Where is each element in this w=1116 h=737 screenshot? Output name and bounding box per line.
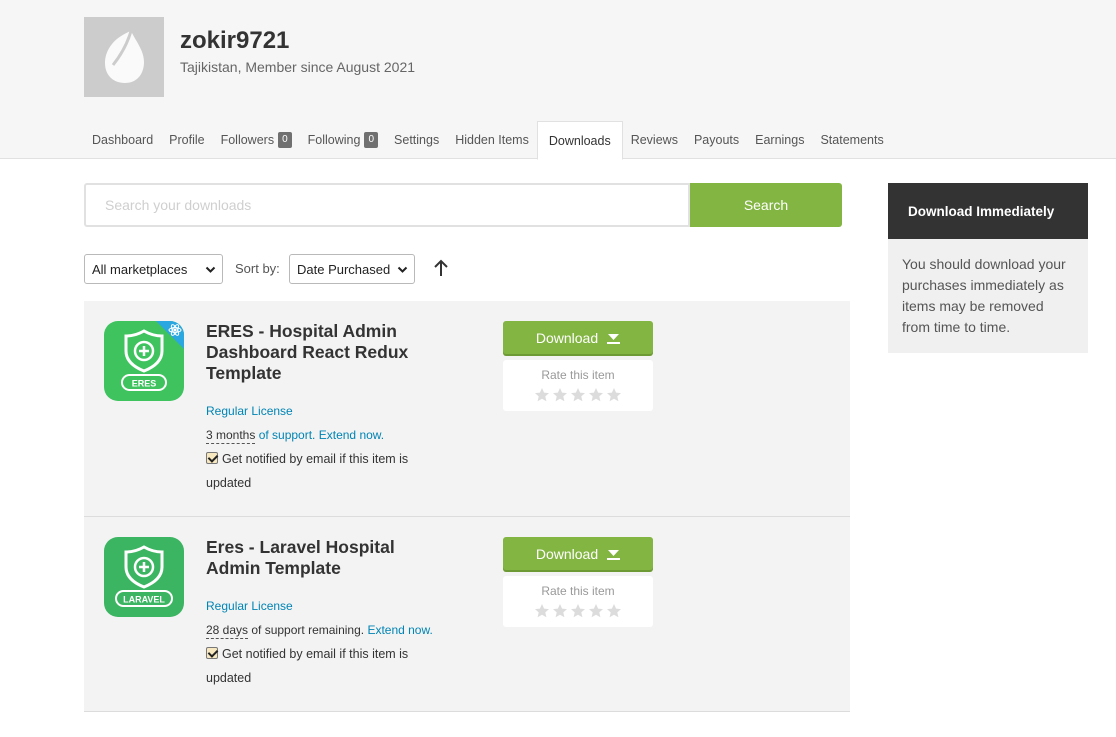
tab-profile[interactable]: Profile bbox=[161, 121, 212, 159]
download-arrow-icon bbox=[607, 549, 621, 560]
sidebar-title: Download Immediately bbox=[888, 183, 1088, 239]
support-info: 28 days of support remaining. Extend now… bbox=[206, 623, 433, 639]
arrow-up-icon[interactable] bbox=[432, 258, 450, 278]
tab-label: Payouts bbox=[693, 133, 740, 147]
download-item: ERES ERES - Hospital Admin Dashboard Rea… bbox=[84, 301, 850, 517]
star-rating bbox=[503, 603, 653, 619]
notify-checkbox[interactable] bbox=[206, 647, 218, 659]
support-text[interactable]: of support. bbox=[255, 428, 316, 442]
star-icon[interactable] bbox=[570, 603, 586, 619]
tab-label: Downloads bbox=[548, 133, 611, 148]
support-text: of support remaining. bbox=[248, 623, 365, 637]
star-icon[interactable] bbox=[570, 387, 586, 403]
notify-checkbox[interactable] bbox=[206, 452, 218, 464]
tab-payouts[interactable]: Payouts bbox=[686, 121, 747, 159]
sidebar-body: You should download your purchases immed… bbox=[888, 239, 1088, 353]
marketplace-select-value: All marketplaces bbox=[92, 261, 188, 277]
star-icon[interactable] bbox=[588, 387, 604, 403]
extend-link[interactable]: Extend now. bbox=[319, 428, 384, 442]
tab-downloads[interactable]: Downloads bbox=[536, 121, 623, 160]
tab-hidden-items[interactable]: Hidden Items bbox=[447, 121, 537, 159]
star-icon[interactable] bbox=[552, 603, 568, 619]
star-icon[interactable] bbox=[606, 603, 622, 619]
item-thumbnail[interactable]: ERES bbox=[104, 321, 184, 401]
item-title[interactable]: ERES - Hospital Admin Dashboard React Re… bbox=[206, 321, 436, 384]
star-icon[interactable] bbox=[534, 387, 550, 403]
thumb-label: ERES bbox=[132, 379, 157, 389]
rating-box: Rate this item bbox=[503, 576, 653, 627]
avatar[interactable] bbox=[84, 17, 164, 97]
followers-count-badge: 0 bbox=[278, 132, 292, 148]
support-info: 3 months of support. Extend now. bbox=[206, 428, 384, 444]
shield-plus-icon: ERES bbox=[104, 321, 184, 401]
rate-label: Rate this item bbox=[541, 584, 615, 598]
download-label: Download bbox=[535, 545, 599, 562]
tab-followers[interactable]: Followers 0 bbox=[213, 121, 300, 159]
profile-header: zokir9721 Tajikistan, Member since Augus… bbox=[0, 0, 1116, 160]
tab-label: Settings bbox=[394, 133, 440, 147]
tab-label: Earnings bbox=[755, 133, 805, 147]
following-count-badge: 0 bbox=[364, 132, 379, 148]
chevron-down-icon bbox=[205, 266, 216, 273]
sort-select-value: Date Purchased bbox=[297, 261, 391, 277]
tab-label: Followers bbox=[220, 133, 275, 147]
envato-leaf-icon bbox=[105, 30, 144, 83]
license-link[interactable]: Regular License bbox=[206, 599, 293, 613]
thumb-label: LARAVEL bbox=[123, 595, 165, 605]
notify-option: Get notified by email if this item is up… bbox=[206, 447, 436, 495]
download-button[interactable]: Download bbox=[503, 537, 653, 570]
search-button[interactable]: Search bbox=[690, 183, 842, 227]
search-input[interactable] bbox=[84, 183, 690, 227]
chevron-down-icon bbox=[397, 266, 408, 273]
tab-following[interactable]: Following 0 bbox=[300, 121, 386, 159]
support-duration: 28 days bbox=[206, 623, 249, 639]
item-title[interactable]: Eres - Laravel Hospital Admin Template bbox=[206, 537, 436, 579]
star-icon[interactable] bbox=[552, 387, 568, 403]
rate-label: Rate this item bbox=[541, 368, 615, 382]
notify-label: Get notified by email if this item is up… bbox=[206, 647, 409, 685]
extend-link[interactable]: Extend now. bbox=[367, 623, 432, 637]
tab-dashboard[interactable]: Dashboard bbox=[84, 121, 161, 159]
tab-label: Reviews bbox=[630, 133, 678, 147]
support-duration: 3 months bbox=[206, 428, 256, 444]
tab-label: Profile bbox=[169, 133, 205, 147]
profile-tabs: Dashboard Profile Followers 0 Following 0 … bbox=[84, 121, 892, 160]
notify-option: Get notified by email if this item is up… bbox=[206, 642, 436, 690]
tab-statements[interactable]: Statements bbox=[812, 121, 891, 159]
tab-reviews[interactable]: Reviews bbox=[623, 121, 686, 159]
rating-box: Rate this item bbox=[503, 360, 653, 411]
marketplace-select[interactable]: All marketplaces bbox=[84, 254, 223, 284]
tab-label: Dashboard bbox=[92, 133, 154, 147]
tab-label: Following bbox=[307, 133, 361, 147]
tab-label: Statements bbox=[820, 133, 884, 147]
download-item: LARAVEL Eres - Laravel Hospital Admin Te… bbox=[84, 517, 850, 712]
sort-select[interactable]: Date Purchased bbox=[289, 254, 415, 284]
star-icon[interactable] bbox=[588, 603, 604, 619]
download-arrow-icon bbox=[607, 333, 621, 344]
star-icon[interactable] bbox=[606, 387, 622, 403]
tab-earnings[interactable]: Earnings bbox=[747, 121, 812, 159]
license-link[interactable]: Regular License bbox=[206, 404, 293, 418]
download-button[interactable]: Download bbox=[503, 321, 653, 354]
sort-label: Sort by: bbox=[235, 261, 280, 276]
star-icon[interactable] bbox=[534, 603, 550, 619]
star-rating bbox=[503, 387, 653, 403]
shield-plus-icon: LARAVEL bbox=[104, 537, 184, 617]
username: zokir9721 bbox=[180, 27, 290, 54]
notify-label: Get notified by email if this item is up… bbox=[206, 452, 409, 490]
download-label: Download bbox=[535, 329, 599, 346]
tab-label: Hidden Items bbox=[455, 133, 529, 147]
item-thumbnail[interactable]: LARAVEL bbox=[104, 537, 184, 617]
tab-settings[interactable]: Settings bbox=[386, 121, 447, 159]
member-meta: Tajikistan, Member since August 2021 bbox=[180, 59, 416, 75]
